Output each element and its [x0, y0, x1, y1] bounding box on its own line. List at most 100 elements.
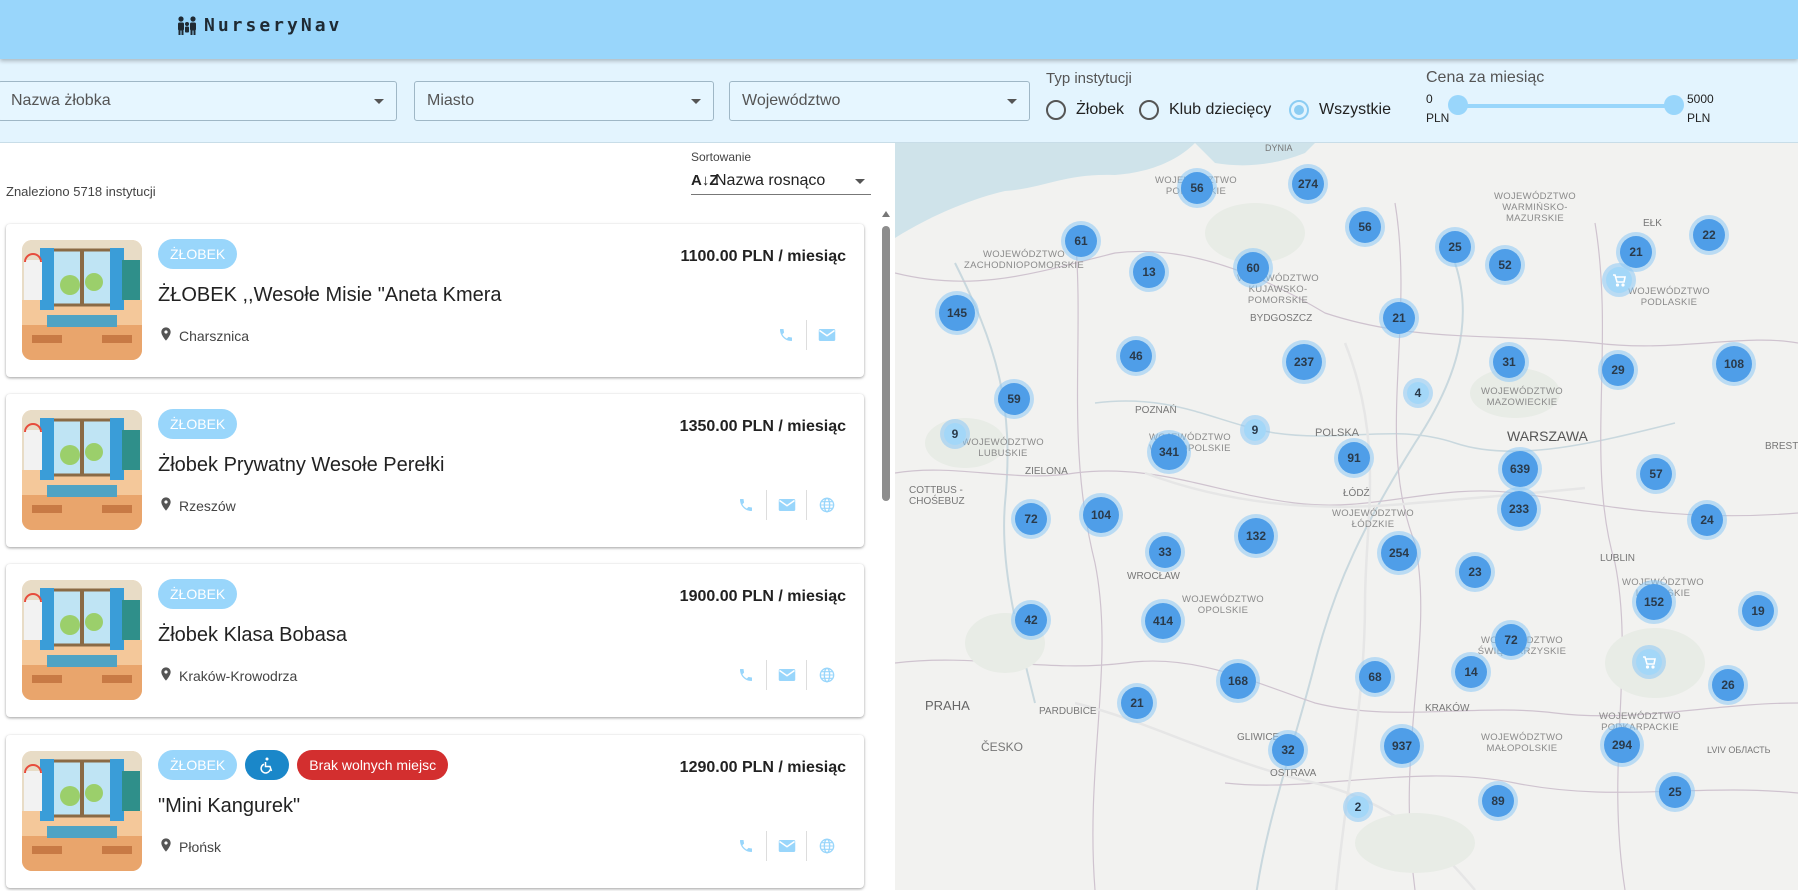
- radio-circle[interactable]: [1046, 100, 1066, 120]
- map-cluster[interactable]: 33: [1145, 532, 1185, 572]
- map-cluster[interactable]: 46: [1116, 336, 1156, 376]
- mail-icon[interactable]: [766, 490, 806, 520]
- radio-zlobek[interactable]: Żłobek: [1046, 100, 1124, 120]
- map-cluster[interactable]: 108: [1712, 342, 1756, 386]
- nursery-image[interactable]: [22, 410, 142, 530]
- map-cluster[interactable]: 23: [1455, 552, 1495, 592]
- price-slider-min-thumb[interactable]: [1448, 95, 1468, 115]
- map-cluster[interactable]: 4: [1403, 378, 1433, 408]
- nursery-name[interactable]: Żłobek Prywatny Wesołe Perełki: [158, 454, 444, 477]
- cluster-count: 145: [939, 295, 975, 331]
- nursery-card[interactable]: ŻŁOBEK 1900.00 PLN / miesiąc Żłobek Klas…: [6, 564, 864, 717]
- nursery-image[interactable]: [22, 240, 142, 360]
- map-cluster[interactable]: 72: [1491, 620, 1531, 660]
- map-cluster[interactable]: 639: [1498, 447, 1542, 491]
- map-cluster[interactable]: 59: [994, 379, 1034, 419]
- map-cluster[interactable]: 32: [1268, 730, 1308, 770]
- nursery-card[interactable]: ŻŁOBEK Brak wolnych miejsc 1290.00 PLN / …: [6, 735, 864, 888]
- mail-icon[interactable]: [766, 831, 806, 861]
- radio-klub-dzieciecy[interactable]: Klub dziecięcy: [1139, 100, 1271, 120]
- nursery-marker[interactable]: [1632, 645, 1666, 679]
- price-slider-track[interactable]: [1458, 104, 1674, 108]
- place-label: ČESKO: [981, 740, 1024, 754]
- map-cluster[interactable]: 145: [935, 291, 979, 335]
- globe-icon[interactable]: [806, 831, 846, 861]
- scroll-up-arrow[interactable]: [882, 211, 890, 217]
- nursery-card[interactable]: ŻŁOBEK 1350.00 PLN / miesiąc Żłobek Pryw…: [6, 394, 864, 547]
- map-cluster[interactable]: 21: [1117, 683, 1157, 723]
- map-cluster[interactable]: 29: [1598, 350, 1638, 390]
- map-cluster[interactable]: 104: [1079, 493, 1123, 537]
- nursery-marker[interactable]: [1602, 263, 1636, 297]
- chevron-down-icon: [691, 99, 701, 104]
- city-select[interactable]: Miasto: [414, 81, 714, 121]
- map-cluster[interactable]: 237: [1282, 340, 1326, 384]
- nursery-image[interactable]: [22, 751, 142, 871]
- phone-icon[interactable]: [726, 490, 766, 520]
- map-cluster[interactable]: 56: [1345, 207, 1385, 247]
- map-cluster[interactable]: 25: [1435, 227, 1475, 267]
- location: Kraków-Krowodrza: [158, 665, 297, 686]
- map-cluster[interactable]: 14: [1451, 652, 1491, 692]
- map-cluster[interactable]: 25: [1655, 772, 1695, 812]
- scrollbar[interactable]: [881, 211, 891, 891]
- globe-icon[interactable]: [806, 660, 846, 690]
- map-cluster[interactable]: 24: [1687, 500, 1727, 540]
- nursery-name[interactable]: Żłobek Klasa Bobasa: [158, 624, 347, 647]
- map-cluster[interactable]: 233: [1497, 487, 1541, 531]
- map-cluster[interactable]: 60: [1233, 248, 1273, 288]
- globe-icon[interactable]: [806, 490, 846, 520]
- map-cluster[interactable]: 68: [1355, 657, 1395, 697]
- sort-select[interactable]: A↓Z Nazwa rosnąco: [691, 167, 871, 195]
- map-cluster[interactable]: 274: [1288, 164, 1328, 204]
- mail-icon[interactable]: [806, 320, 846, 350]
- phone-icon[interactable]: [726, 660, 766, 690]
- map-cluster[interactable]: 57: [1636, 454, 1676, 494]
- map-cluster[interactable]: 22: [1689, 215, 1729, 255]
- map-cluster[interactable]: 21: [1379, 298, 1419, 338]
- map-cluster[interactable]: 56: [1177, 168, 1217, 208]
- map-cluster[interactable]: 9: [1240, 415, 1270, 445]
- map-cluster[interactable]: 294: [1600, 723, 1644, 767]
- mail-icon[interactable]: [766, 660, 806, 690]
- nursery-card[interactable]: ŻŁOBEK 1100.00 PLN / miesiąc ŻŁOBEK ,,We…: [6, 224, 864, 377]
- region-select[interactable]: Województwo: [729, 81, 1030, 121]
- radio-circle-checked[interactable]: [1289, 100, 1309, 120]
- map-cluster[interactable]: 341: [1147, 430, 1191, 474]
- cluster-count: 9: [1244, 419, 1266, 441]
- map-cluster[interactable]: 937: [1380, 724, 1424, 768]
- map-cluster[interactable]: 26: [1708, 665, 1748, 705]
- map-cluster[interactable]: 61: [1061, 221, 1101, 261]
- map-cluster[interactable]: 72: [1011, 499, 1051, 539]
- radio-circle[interactable]: [1139, 100, 1159, 120]
- map-cluster[interactable]: 132: [1234, 514, 1278, 558]
- nursery-image[interactable]: [22, 580, 142, 700]
- price-slider-max-thumb[interactable]: [1664, 95, 1684, 115]
- region-label: WOJEWÓDZTWO PODKARPACKIE: [1599, 711, 1681, 733]
- map-cluster[interactable]: 19: [1738, 591, 1778, 631]
- map-cluster[interactable]: 89: [1478, 781, 1518, 821]
- phone-icon[interactable]: [766, 320, 806, 350]
- logo[interactable]: NurseryNav: [176, 15, 342, 36]
- map-cluster[interactable]: 9: [940, 419, 970, 449]
- map-cluster[interactable]: 168: [1216, 659, 1260, 703]
- location-pin-icon: [158, 836, 174, 857]
- map-cluster[interactable]: 52: [1485, 245, 1525, 285]
- map-cluster[interactable]: 13: [1129, 252, 1169, 292]
- nursery-name[interactable]: "Mini Kangurek": [158, 795, 300, 818]
- map-cluster[interactable]: 414: [1141, 599, 1185, 643]
- phone-icon[interactable]: [726, 831, 766, 861]
- radio-wszystkie[interactable]: Wszystkie: [1289, 100, 1391, 120]
- nursery-name[interactable]: ŻŁOBEK ,,Wesołe Misie "Aneta Kmera: [158, 284, 502, 307]
- place-label: PRAHA: [925, 698, 970, 713]
- map-cluster[interactable]: 91: [1334, 438, 1374, 478]
- nursery-name-select[interactable]: Nazwa żłobka: [0, 81, 397, 121]
- map-cluster[interactable]: 42: [1011, 600, 1051, 640]
- cluster-count: 59: [998, 383, 1030, 415]
- map[interactable]: WOJEWÓDZTWO POMORSKIE WOJEWÓDZTWO WARMIŃ…: [895, 143, 1798, 890]
- map-cluster[interactable]: 152: [1632, 580, 1676, 624]
- map-cluster[interactable]: 31: [1489, 342, 1529, 382]
- scroll-thumb[interactable]: [882, 226, 890, 501]
- map-cluster[interactable]: 2: [1343, 792, 1373, 822]
- map-cluster[interactable]: 254: [1377, 531, 1421, 575]
